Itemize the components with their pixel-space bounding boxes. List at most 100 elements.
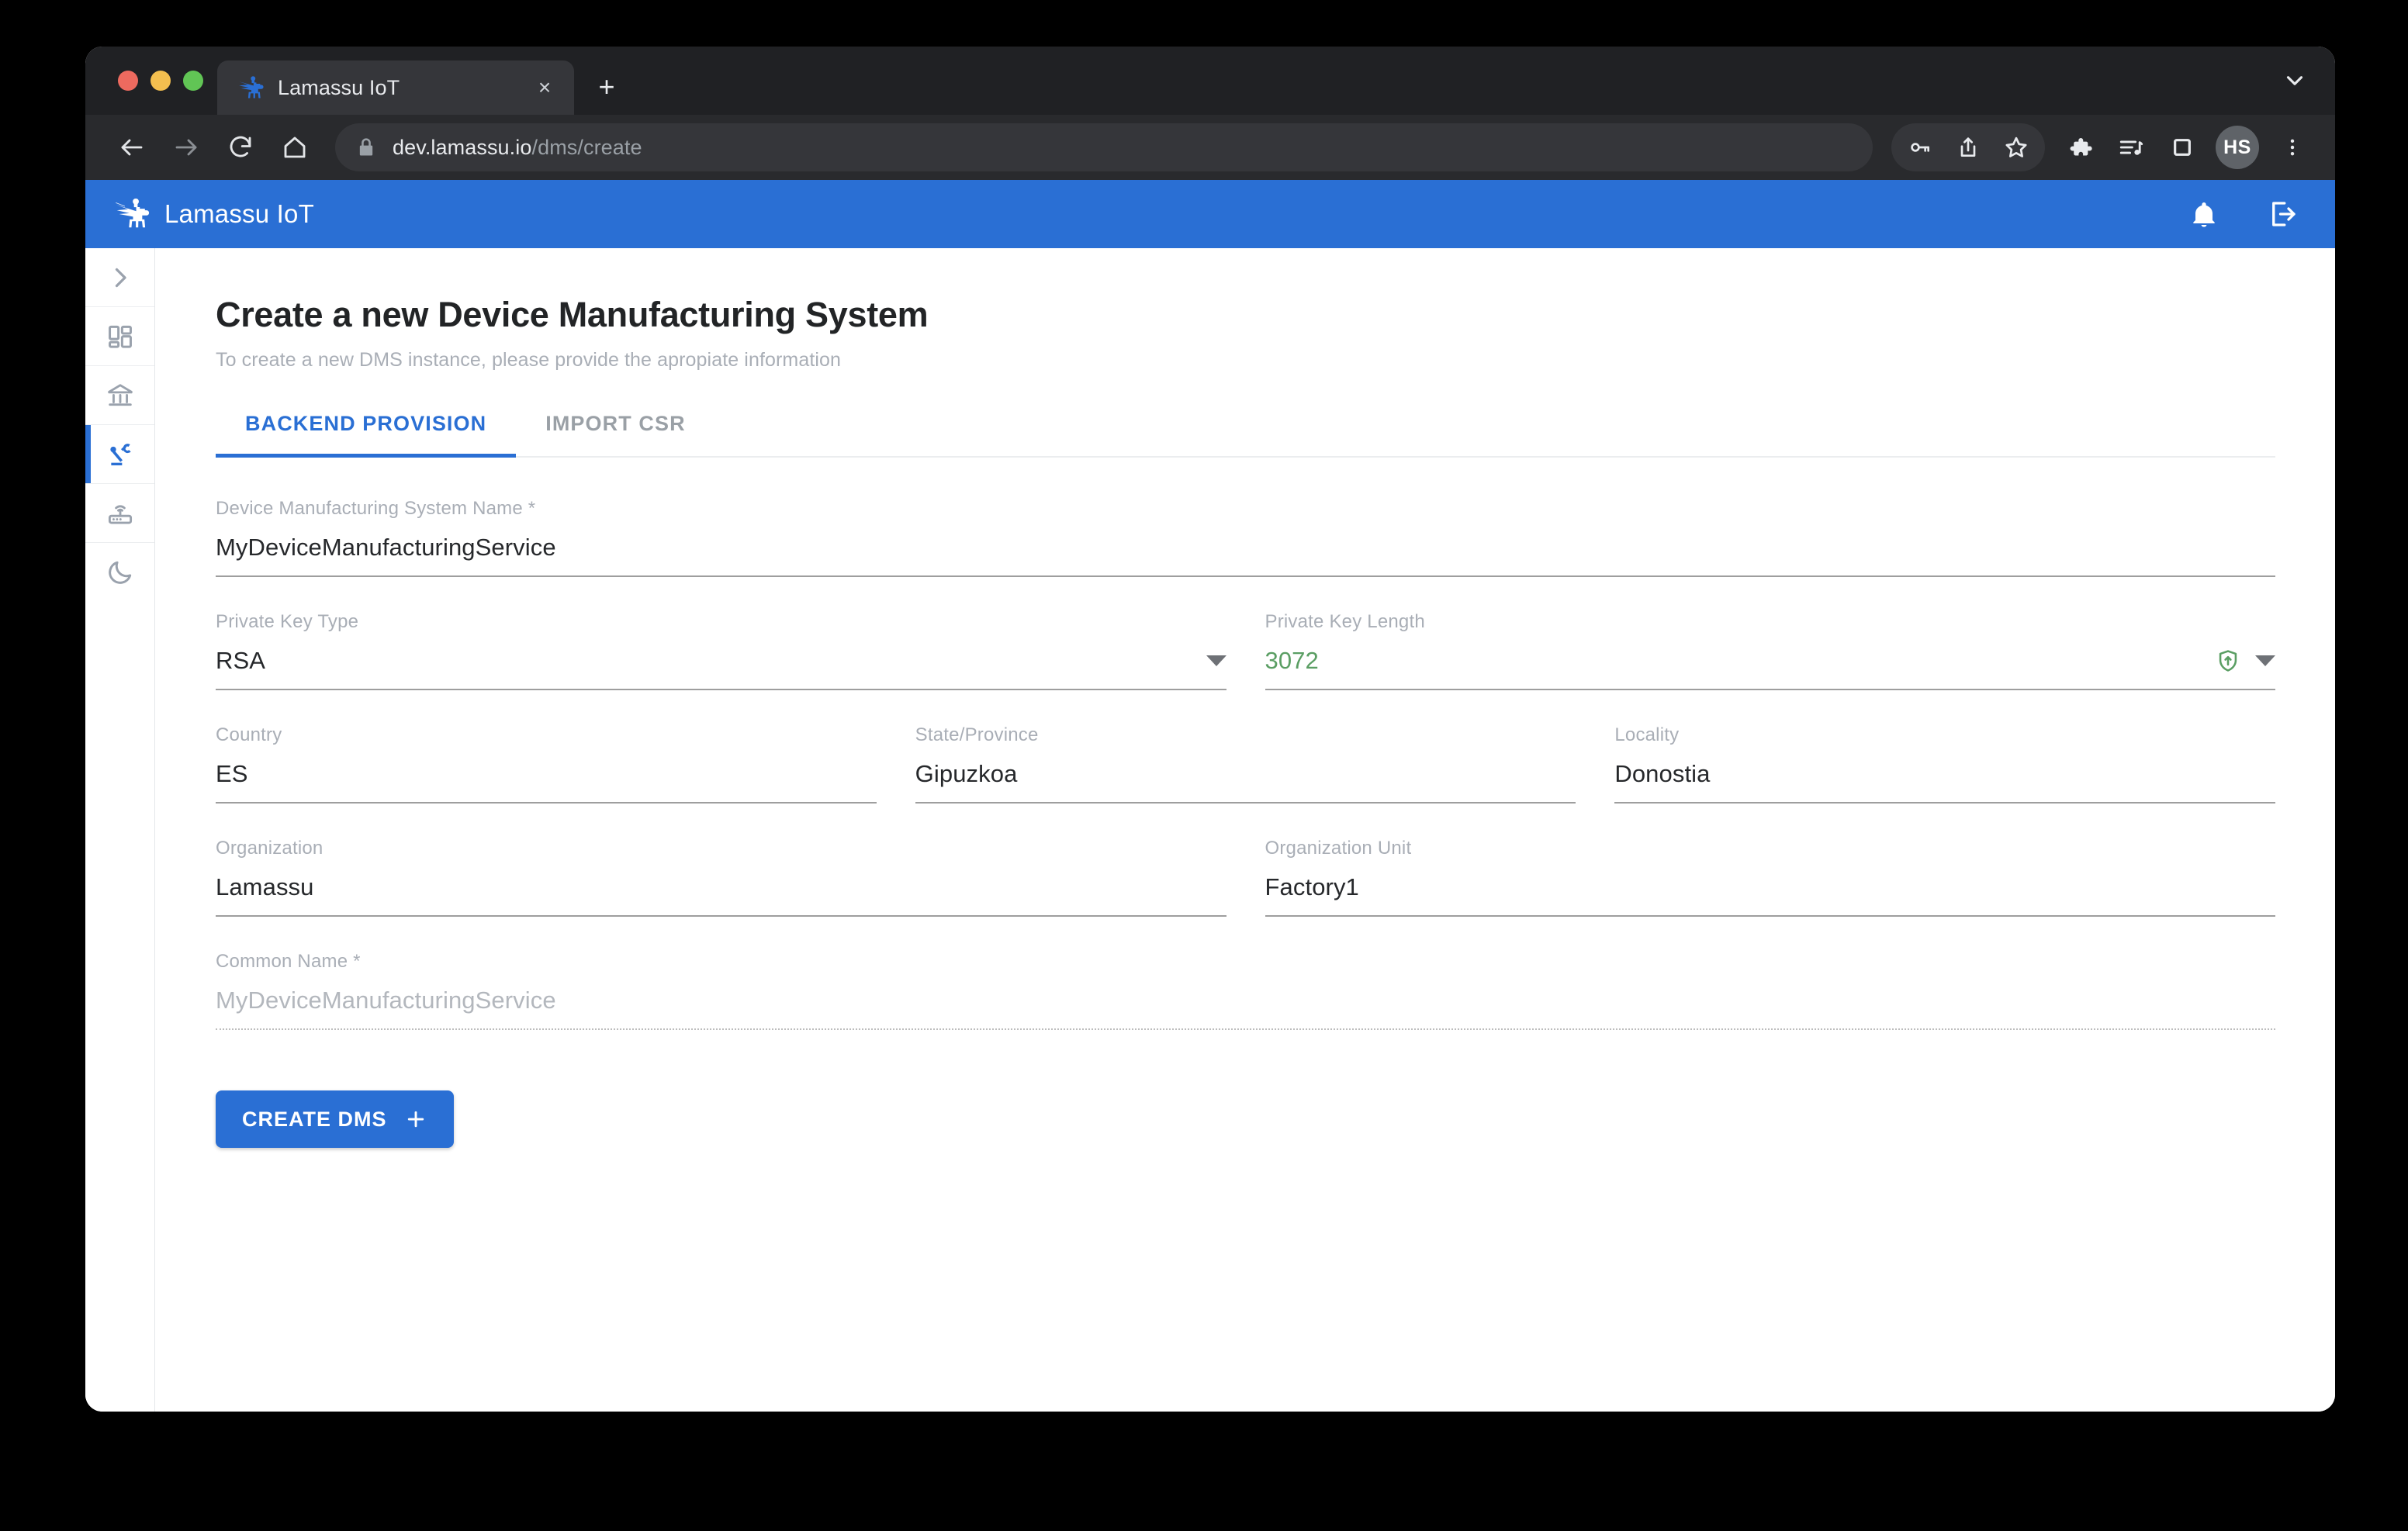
three-dot-menu-icon: [2290, 139, 2295, 156]
form-row-organization: Organization Lamassu Organization Unit F…: [216, 838, 2275, 924]
main-content: Create a new Device Manufacturing System…: [155, 248, 2335, 1412]
field-underline: [1265, 689, 2275, 690]
app-brand-name: Lamassu IoT: [164, 199, 314, 228]
browser-tab-strip: Lamassu IoT × +: [85, 47, 2335, 115]
field-organization[interactable]: Organization Lamassu: [216, 838, 1226, 924]
field-state[interactable]: State/Province Gipuzkoa: [915, 724, 1576, 811]
field-private-key-type-value[interactable]: RSA: [216, 647, 1226, 689]
sidebar-item-dashboard[interactable]: [85, 307, 154, 366]
extensions-puzzle-icon: [2070, 137, 2092, 156]
form-row-name: Device Manufacturing System Name * MyDev…: [216, 498, 2275, 585]
field-underline: [216, 575, 2275, 577]
sidebar-item-devices[interactable]: [85, 484, 154, 543]
address-bar[interactable]: dev.lamassu.io/dms/create: [335, 123, 1873, 171]
field-private-key-length[interactable]: Private Key Length 3072: [1265, 611, 2275, 698]
create-dms-button[interactable]: CREATE DMS: [216, 1090, 454, 1148]
home-icon: [284, 137, 306, 158]
common-name-input: MyDeviceManufacturingService: [216, 987, 556, 1014]
field-underline-disabled: [216, 1028, 2275, 1030]
locality-input[interactable]: Donostia: [1614, 760, 2275, 788]
new-tab-button[interactable]: +: [585, 65, 628, 109]
field-dms-name-value[interactable]: MyDeviceManufacturingService: [216, 534, 2275, 575]
address-bar-url: dev.lamassu.io/dms/create: [393, 136, 642, 160]
notifications-button[interactable]: [2186, 196, 2222, 232]
app-brand[interactable]: Lamassu IoT: [113, 195, 314, 233]
browser-window: Lamassu IoT × + dev.lamassu.io/dms/creat…: [85, 47, 2335, 1412]
logout-button[interactable]: [2265, 196, 2301, 232]
field-country-label: Country: [216, 724, 282, 745]
dms-name-input[interactable]: MyDeviceManufacturingService: [216, 534, 2275, 562]
page-subtitle: To create a new DMS instance, please pro…: [216, 349, 842, 371]
field-dms-name-label: Device Manufacturing System Name *: [216, 498, 536, 519]
field-country[interactable]: Country ES: [216, 724, 877, 811]
chevron-down-icon[interactable]: [1206, 655, 1226, 666]
share-button[interactable]: [1944, 123, 1992, 171]
field-private-key-type[interactable]: Private Key Type RSA: [216, 611, 1226, 698]
window-traffic-lights: [107, 47, 217, 115]
forward-button[interactable]: [161, 123, 211, 172]
tab-search-button[interactable]: [2273, 59, 2316, 102]
app-header: Lamassu IoT: [85, 180, 2335, 248]
field-organization-value[interactable]: Lamassu: [216, 873, 1226, 915]
organization-input[interactable]: Lamassu: [216, 873, 1226, 901]
field-underline: [216, 915, 1226, 917]
tab-import-csr[interactable]: IMPORT CSR: [516, 412, 715, 456]
share-icon: [1960, 137, 1976, 157]
sidebar-item-dark-mode[interactable]: [85, 543, 154, 602]
organization-unit-input[interactable]: Factory1: [1265, 873, 2276, 901]
country-input[interactable]: ES: [216, 760, 877, 788]
home-button[interactable]: [270, 123, 320, 172]
field-underline: [1265, 915, 2275, 917]
close-window-button[interactable]: [118, 71, 138, 91]
field-private-key-length-value[interactable]: 3072: [1265, 647, 2275, 689]
key-icon: [1911, 143, 1929, 152]
lamassu-logo-icon: [116, 199, 150, 228]
maximize-window-button[interactable]: [183, 71, 203, 91]
back-button[interactable]: [107, 123, 157, 172]
arrow-right-icon: [175, 139, 197, 156]
state-input[interactable]: Gipuzkoa: [915, 760, 1576, 788]
omnibox-action-pill: [1891, 123, 2045, 171]
field-state-value[interactable]: Gipuzkoa: [915, 760, 1576, 802]
sidebar-item-device-manufacturing-systems[interactable]: [85, 425, 154, 484]
chevron-down-icon[interactable]: [2255, 655, 2275, 666]
bank-icon: [107, 383, 133, 406]
profile-avatar[interactable]: HS: [2216, 126, 2259, 169]
close-tab-button[interactable]: ×: [529, 72, 560, 103]
field-common-name: Common Name * MyDeviceManufacturingServi…: [216, 951, 2275, 1038]
browser-tab-title: Lamassu IoT: [278, 75, 400, 99]
extensions-button[interactable]: [2056, 123, 2104, 171]
tab-backend-provision[interactable]: BACKEND PROVISION: [216, 412, 517, 458]
browser-menu-button[interactable]: [2268, 123, 2316, 171]
sidebar-item-expand[interactable]: [85, 248, 154, 307]
password-key-button[interactable]: [1896, 123, 1944, 171]
browser-tab[interactable]: Lamassu IoT ×: [217, 60, 574, 115]
url-path: /dms/create: [531, 135, 642, 159]
notifications-bell-icon: [2193, 202, 2215, 227]
reload-button[interactable]: [216, 123, 265, 172]
field-country-value[interactable]: ES: [216, 760, 877, 802]
plus-icon: [407, 1111, 424, 1128]
side-panel-button[interactable]: [2158, 123, 2206, 171]
arrow-left-icon: [121, 139, 143, 156]
field-state-label: State/Province: [915, 724, 1039, 745]
private-key-type-select[interactable]: RSA: [216, 647, 1192, 675]
field-private-key-length-label: Private Key Length: [1265, 611, 1425, 632]
field-organization-unit-value[interactable]: Factory1: [1265, 873, 2276, 915]
shield-strength-icon: [2215, 648, 2241, 674]
private-key-length-select[interactable]: 3072: [1265, 647, 2202, 675]
create-dms-button-label: CREATE DMS: [242, 1107, 387, 1131]
moon-icon: [108, 561, 131, 584]
bookmark-button[interactable]: [1992, 123, 2040, 171]
field-locality[interactable]: Locality Donostia: [1614, 724, 2276, 811]
bookmark-star-icon: [2005, 137, 2027, 157]
sidebar: [85, 248, 155, 1412]
field-locality-value[interactable]: Donostia: [1614, 760, 2275, 802]
field-organization-unit[interactable]: Organization Unit Factory1: [1265, 838, 2276, 924]
media-controls-button[interactable]: [2107, 123, 2155, 171]
field-dms-name[interactable]: Device Manufacturing System Name * MyDev…: [216, 498, 2275, 585]
minimize-window-button[interactable]: [150, 71, 171, 91]
sidebar-item-certificate-authorities[interactable]: [85, 366, 154, 425]
field-underline: [216, 802, 877, 804]
chevron-down-icon: [2286, 76, 2303, 85]
